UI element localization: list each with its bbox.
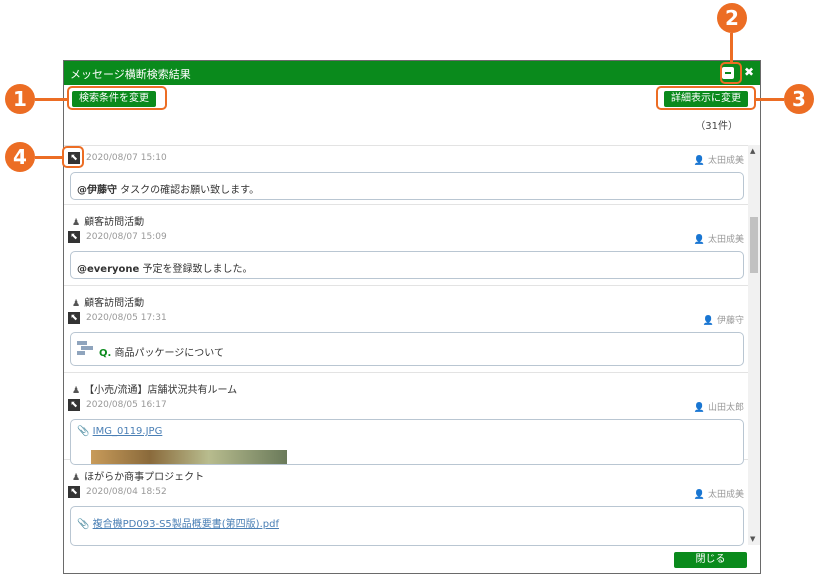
jump-arrow-icon[interactable]: ⬉ <box>68 231 80 243</box>
message-text: 予定を登録致しました。 <box>139 264 253 275</box>
message-user: 👤 太田成美 <box>694 232 744 245</box>
message-user: 👤 太田成美 <box>694 153 744 166</box>
close-icon[interactable]: ✖ <box>744 65 754 79</box>
attachment-bubble[interactable]: 📎 複合機PD093-S5製品概要書(第四版).pdf <box>70 506 744 546</box>
list-item: ♟ 顧客訪問活動 ⬉ 2020/08/05 17:31 👤 伊藤守 Q. 商品パッケ… <box>64 286 750 373</box>
scroll-down-icon[interactable]: ▼ <box>750 535 755 543</box>
message-list: ⬉ 2020/08/07 15:10 👤 太田成美 @伊藤守 タスクの確認お願い致… <box>64 145 750 546</box>
room-label: 顧客訪問活動 <box>84 217 145 228</box>
file-link[interactable]: IMG_0119.JPG <box>93 426 163 437</box>
mention[interactable]: @伊藤守 <box>77 185 117 196</box>
task-icon <box>77 339 93 355</box>
mention[interactable]: @everyone <box>77 264 139 275</box>
person-icon: 👤 <box>693 235 705 245</box>
room-name[interactable]: ♟ 顧客訪問活動 <box>72 294 144 309</box>
callout-box-2 <box>720 62 742 84</box>
list-item: ♟ 【小売/流通】店舗状況共有ルーム ⬉ 2020/08/05 16:17 👤 山田… <box>64 373 750 465</box>
person-icon: 👤 <box>693 490 705 500</box>
task-title[interactable]: 商品パッケージについて <box>115 348 225 359</box>
message-date: 2020/08/05 16:17 <box>86 400 167 410</box>
jump-arrow-icon[interactable]: ⬉ <box>68 312 80 324</box>
list-item: ♟ 顧客訪問活動 ⬉ 2020/08/07 15:09 👤 太田成美 @everyo… <box>64 205 750 286</box>
message-bubble[interactable]: @伊藤守 タスクの確認お願い致します。 <box>70 172 744 200</box>
title-bar: メッセージ横断検索結果 ✖ <box>64 61 760 85</box>
room-name[interactable]: ♟ 【小売/流通】店舗状況共有ルーム <box>72 381 237 396</box>
room-name[interactable]: ♟ 顧客訪問活動 <box>72 213 144 228</box>
callout-2: 2 <box>717 3 747 33</box>
window-title: メッセージ横断検索結果 <box>70 68 191 81</box>
people-icon: ♟ <box>72 299 81 309</box>
room-label: 顧客訪問活動 <box>84 298 145 309</box>
message-user: 👤 伊藤守 <box>703 313 744 326</box>
people-icon: ♟ <box>72 218 81 228</box>
message-date: 2020/08/07 15:09 <box>86 232 167 242</box>
callout-line-2 <box>730 33 733 62</box>
callout-4: 4 <box>5 142 35 172</box>
scrollbar-thumb[interactable] <box>750 217 758 273</box>
callout-line-1 <box>35 98 67 101</box>
attachment-bubble[interactable]: 📎 IMG_0119.JPG <box>70 419 744 465</box>
people-icon: ♟ <box>72 386 81 396</box>
room-name[interactable]: ♟ ほがらか商事プロジェクト <box>72 468 204 483</box>
list-item: ⬉ 2020/08/07 15:10 👤 太田成美 @伊藤守 タスクの確認お願い致… <box>64 146 750 205</box>
callout-3: 3 <box>784 84 814 114</box>
callout-box-1 <box>67 86 167 110</box>
scrollbar[interactable]: ▲ ▼ <box>748 145 760 545</box>
message-date: 2020/08/07 15:10 <box>86 153 167 163</box>
paperclip-icon: 📎 <box>77 519 90 530</box>
task-bubble[interactable]: Q. 商品パッケージについて <box>70 332 744 366</box>
file-link[interactable]: 複合機PD093-S5製品概要書(第四版).pdf <box>93 519 279 530</box>
person-icon: 👤 <box>693 156 705 166</box>
jump-arrow-icon[interactable]: ⬉ <box>68 486 80 498</box>
message-date: 2020/08/04 18:52 <box>86 487 167 497</box>
user-name: 太田成美 <box>707 235 744 245</box>
message-date: 2020/08/05 17:31 <box>86 313 167 323</box>
callout-box-4 <box>62 146 84 168</box>
task-label: Q. <box>99 348 112 359</box>
result-count: （31件） <box>695 121 738 132</box>
jump-arrow-icon[interactable]: ⬉ <box>68 399 80 411</box>
paperclip-icon: 📎 <box>77 426 90 437</box>
people-icon: ♟ <box>72 473 81 483</box>
person-icon: 👤 <box>693 403 705 413</box>
callout-line-3 <box>756 98 784 101</box>
callout-1: 1 <box>5 84 35 114</box>
person-icon: 👤 <box>702 316 714 326</box>
room-label: 【小売/流通】店舗状況共有ルーム <box>84 385 238 396</box>
user-name: 太田成美 <box>707 156 744 166</box>
message-bubble[interactable]: @everyone 予定を登録致しました。 <box>70 251 744 279</box>
callout-line-4 <box>35 156 62 159</box>
message-user: 👤 山田太郎 <box>694 400 744 413</box>
callout-box-3 <box>656 86 756 110</box>
scroll-up-icon[interactable]: ▲ <box>750 147 755 155</box>
search-results-window: メッセージ横断検索結果 ✖ 検索条件を変更 詳細表示に変更 （31件） ⬉ 20… <box>63 60 761 574</box>
user-name: 山田太郎 <box>707 403 744 413</box>
user-name: 伊藤守 <box>716 316 744 326</box>
message-text: タスクの確認お願い致します。 <box>117 185 260 196</box>
room-label: ほがらか商事プロジェクト <box>84 472 205 483</box>
list-item: ♟ ほがらか商事プロジェクト ⬉ 2020/08/04 18:52 👤 太田成美 📎… <box>64 460 750 546</box>
user-name: 太田成美 <box>707 490 744 500</box>
message-user: 👤 太田成美 <box>694 487 744 500</box>
close-button[interactable]: 閉じる <box>674 552 747 568</box>
